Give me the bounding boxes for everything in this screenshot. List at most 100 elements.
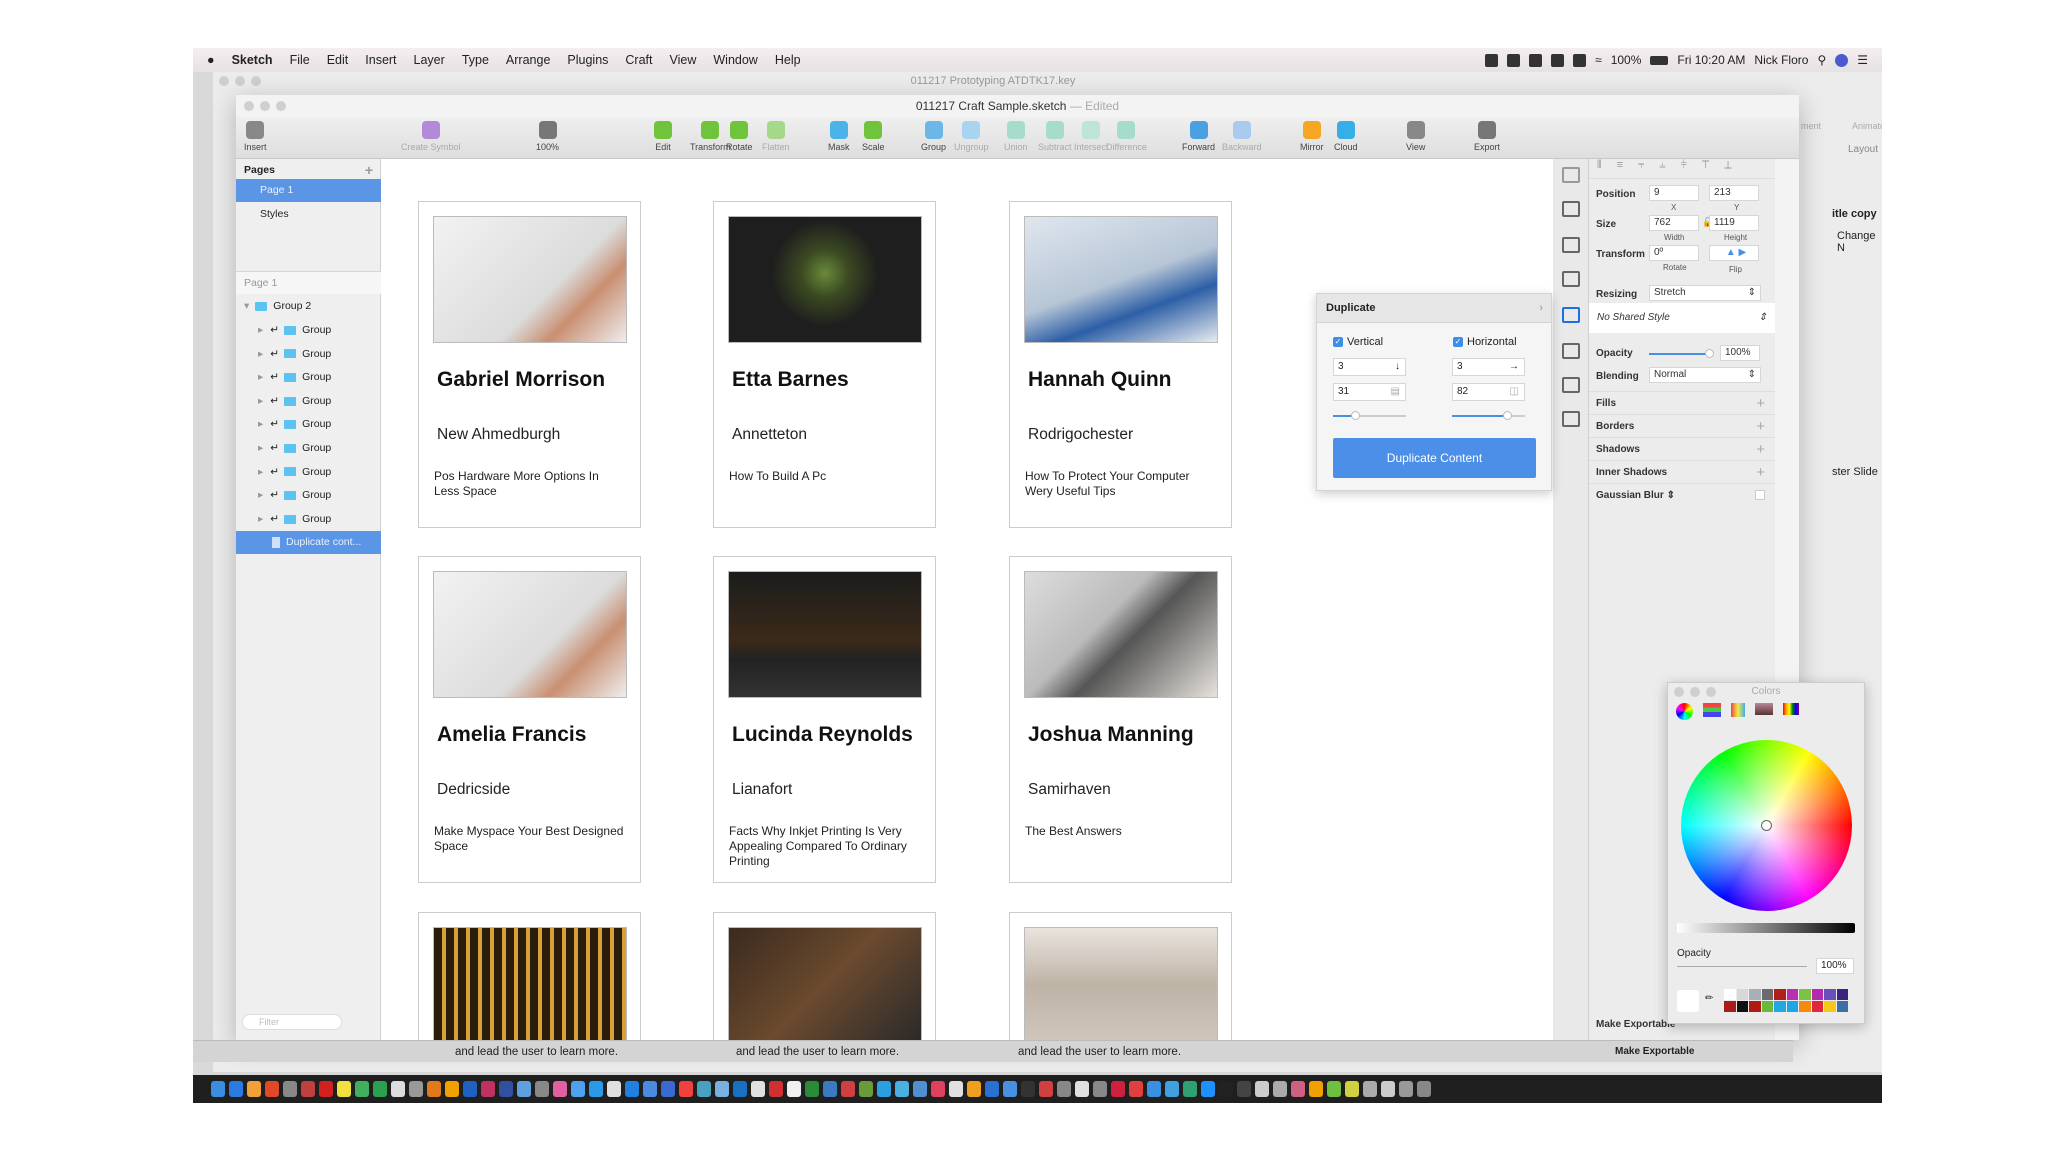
dock-app-icon[interactable]: [1057, 1081, 1071, 1097]
color-swatch[interactable]: [1824, 1001, 1836, 1012]
disclosure-closed-icon[interactable]: ▸: [258, 442, 263, 454]
add-fill-icon[interactable]: +: [1756, 392, 1765, 415]
color-wheel-tab-icon[interactable]: [1676, 703, 1693, 720]
dock-app-icon[interactable]: [337, 1081, 351, 1097]
gaussian-blur-section[interactable]: Gaussian Blur ⇕: [1589, 483, 1775, 506]
profile-card[interactable]: Gabriel Morrison New Ahmedburgh Pos Hardwa…: [418, 201, 641, 528]
toolbar-export-button[interactable]: Export: [1474, 121, 1500, 152]
menu-edit[interactable]: Edit: [327, 53, 349, 67]
pencils-tab-icon[interactable]: [1783, 703, 1799, 715]
dock-app-icon[interactable]: [841, 1081, 855, 1097]
toolbar-100--button[interactable]: 100%: [536, 121, 559, 152]
toolbar-view-button[interactable]: View: [1406, 121, 1425, 152]
image-palettes-tab-icon[interactable]: [1755, 703, 1773, 715]
disclosure-closed-icon[interactable]: ▸: [258, 348, 263, 360]
profile-card[interactable]: Lucinda Reynolds Lianafort Facts Why Inkje…: [713, 556, 936, 883]
status-app-icon[interactable]: [1529, 53, 1543, 67]
status-app-icon[interactable]: [1485, 53, 1499, 67]
toolbar-insert-button[interactable]: Insert: [244, 121, 267, 152]
add-inner-shadow-icon[interactable]: +: [1756, 461, 1765, 484]
layer-group[interactable]: ▸ ↵ Group: [236, 319, 381, 342]
dock-app-icon[interactable]: [463, 1081, 477, 1097]
shadows-section[interactable]: Shadows +: [1589, 437, 1775, 460]
dock-app-icon[interactable]: [553, 1081, 567, 1097]
profile-card[interactable]: [1009, 912, 1232, 1040]
color-swatch[interactable]: [1786, 989, 1798, 1000]
horizontal-checkbox[interactable]: ✓ Horizontal: [1453, 336, 1517, 348]
opacity-field[interactable]: 100%: [1816, 958, 1854, 974]
keynote-animate-label[interactable]: Animate: [1852, 121, 1882, 131]
profile-card[interactable]: Hannah Quinn Rodrigochester How To Protect…: [1009, 201, 1232, 528]
dock-app-icon[interactable]: [445, 1081, 459, 1097]
dock-app-icon[interactable]: [1003, 1081, 1017, 1097]
canvas[interactable]: Gabriel Morrison New Ahmedburgh Pos Hardwa…: [381, 159, 1553, 1040]
disclosure-closed-icon[interactable]: ▸: [258, 324, 263, 336]
dock-app-icon[interactable]: [805, 1081, 819, 1097]
layer-group-2[interactable]: ▾ Group 2: [236, 295, 381, 318]
layer-group[interactable]: ▸ ↵ Group: [236, 413, 381, 436]
profile-card[interactable]: [713, 912, 936, 1040]
styles-icon[interactable]: [1562, 377, 1580, 393]
dock-app-icon[interactable]: [1129, 1081, 1143, 1097]
dock-app-icon[interactable]: [823, 1081, 837, 1097]
make-exportable-label[interactable]: Make Exportable: [1615, 1041, 1694, 1063]
profile-card[interactable]: Etta Barnes Annetteton How To Build A Pc: [713, 201, 936, 528]
profile-card[interactable]: Amelia Francis Dedricside Make Myspace You…: [418, 556, 641, 883]
menu-view[interactable]: View: [670, 53, 697, 67]
dock-app-icon[interactable]: [1147, 1081, 1161, 1097]
color-swatch[interactable]: [1811, 1001, 1823, 1012]
vertical-checkbox[interactable]: ✓ Vertical: [1333, 336, 1383, 348]
color-swatch[interactable]: [1774, 1001, 1786, 1012]
dock-app-icon[interactable]: [715, 1081, 729, 1097]
toolbar-rotate-button[interactable]: Rotate: [726, 121, 753, 152]
disclosure-closed-icon[interactable]: ▸: [258, 489, 263, 501]
opacity-slider-knob[interactable]: [1705, 349, 1714, 358]
dock-app-icon[interactable]: [1237, 1081, 1251, 1097]
color-swatch[interactable]: [1824, 989, 1836, 1000]
layer-group[interactable]: ▸ ↵ Group: [236, 508, 381, 531]
layer-group[interactable]: ▸ ↵ Group: [236, 461, 381, 484]
width-field[interactable]: 762: [1649, 215, 1699, 231]
dock-app-icon[interactable]: [265, 1081, 279, 1097]
horizontal-spacing-field[interactable]: 82 ◫: [1452, 383, 1525, 401]
color-palettes-tab-icon[interactable]: [1731, 703, 1745, 717]
status-app-icon[interactable]: [1573, 53, 1587, 67]
disclosure-closed-icon[interactable]: ▸: [258, 513, 263, 525]
borders-section[interactable]: Borders +: [1589, 414, 1775, 437]
profile-card[interactable]: [418, 912, 641, 1040]
slider-knob[interactable]: [1350, 411, 1360, 420]
dock-app-icon[interactable]: [661, 1081, 675, 1097]
toolbar-union-button[interactable]: Union: [1004, 121, 1028, 152]
add-border-icon[interactable]: +: [1756, 415, 1765, 438]
rotate-field[interactable]: 0º: [1649, 245, 1699, 261]
fills-section[interactable]: Fills +: [1589, 391, 1775, 414]
dock-app-icon[interactable]: [1201, 1081, 1215, 1097]
dock-app-icon[interactable]: [319, 1081, 333, 1097]
menu-app-sketch[interactable]: Sketch: [232, 53, 273, 67]
dock-app-icon[interactable]: [571, 1081, 585, 1097]
toolbar-backward-button[interactable]: Backward: [1222, 121, 1262, 152]
duplicate-tool-icon[interactable]: [1562, 307, 1580, 323]
color-swatch[interactable]: [1836, 989, 1848, 1000]
toolbar-difference-button[interactable]: Difference: [1106, 121, 1147, 152]
toolbar-edit-button[interactable]: Edit: [654, 121, 672, 152]
toolbar-group-button[interactable]: Group: [921, 121, 946, 152]
dock-app-icon[interactable]: [283, 1081, 297, 1097]
status-app-icon[interactable]: [1551, 53, 1565, 67]
dock-app-icon[interactable]: [679, 1081, 693, 1097]
toolbar-forward-button[interactable]: Forward: [1182, 121, 1215, 152]
color-wheel[interactable]: [1681, 740, 1852, 911]
dock-app-icon[interactable]: [535, 1081, 549, 1097]
color-sliders-tab-icon[interactable]: [1703, 703, 1721, 717]
dock-app-icon[interactable]: [931, 1081, 945, 1097]
layer-group[interactable]: ▸ ↵ Group: [236, 484, 381, 507]
dock-app-icon[interactable]: [1381, 1081, 1395, 1097]
dock-app-icon[interactable]: [751, 1081, 765, 1097]
toolbar-intersect-button[interactable]: Intersect: [1074, 121, 1109, 152]
dock-app-icon[interactable]: [1291, 1081, 1305, 1097]
resizing-select[interactable]: Stretch ⇕: [1649, 285, 1761, 301]
position-x-field[interactable]: 9: [1649, 185, 1699, 201]
layer-group[interactable]: ▸ ↵ Group: [236, 366, 381, 389]
align-toolbar[interactable]: ⫴ ≡ ⫧ ⫨ ⫩ ⊤ ⊥: [1589, 159, 1775, 179]
inner-shadows-section[interactable]: Inner Shadows +: [1589, 460, 1775, 483]
